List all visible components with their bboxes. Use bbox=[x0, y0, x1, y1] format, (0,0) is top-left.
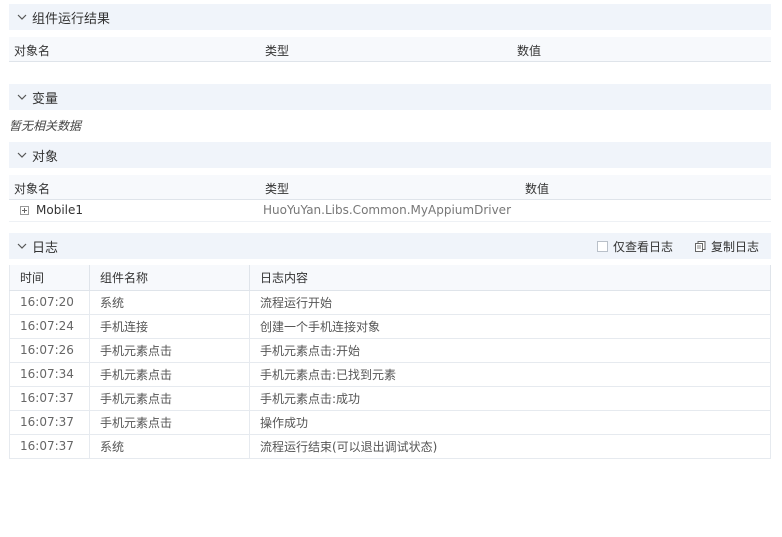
log-content: 手机元素点击:已找到元素 bbox=[249, 362, 771, 387]
log-section-header[interactable]: 日志 仅查看日志 复制日志 bbox=[9, 233, 771, 259]
section-title: 变量 bbox=[32, 91, 59, 107]
table-row[interactable]: 16:07:20 系统 流程运行开始 bbox=[9, 290, 771, 315]
column-header-component[interactable]: 组件名称 bbox=[89, 265, 250, 291]
log-component: 手机元素点击 bbox=[89, 386, 250, 411]
log-time: 16:07:24 bbox=[9, 314, 90, 339]
log-content: 操作成功 bbox=[249, 410, 771, 435]
object-name: Mobile1 bbox=[36, 203, 83, 217]
log-content: 流程运行结束(可以退出调试状态) bbox=[249, 434, 771, 459]
log-time: 16:07:34 bbox=[9, 362, 90, 387]
column-header-time[interactable]: 时间 bbox=[9, 265, 90, 291]
log-component: 手机元素点击 bbox=[89, 362, 250, 387]
empty-text: 暂无相关数据 bbox=[9, 119, 82, 133]
section-title: 对象 bbox=[32, 149, 59, 165]
copy-log-label: 复制日志 bbox=[710, 239, 759, 254]
section-title: 日志 bbox=[32, 240, 59, 256]
only-view-log-checkbox[interactable] bbox=[596, 240, 608, 252]
chevron-down-icon bbox=[17, 14, 27, 20]
chevron-down-icon bbox=[17, 243, 27, 249]
chevron-down-icon bbox=[17, 152, 27, 158]
log-table: 时间 组件名称 日志内容 16:07:20 系统 流程运行开始 16:07:24… bbox=[9, 265, 771, 459]
log-time: 16:07:37 bbox=[9, 410, 90, 435]
copy-log-button[interactable]: 复制日志 bbox=[694, 238, 759, 255]
objects-grid-header: 对象名 类型 数值 bbox=[9, 175, 771, 200]
object-type: HuoYuYan.Libs.Common.MyAppiumDriver bbox=[263, 203, 511, 217]
table-row[interactable]: 16:07:37 手机元素点击 手机元素点击:成功 bbox=[9, 386, 771, 411]
table-row[interactable]: 16:07:24 手机连接 创建一个手机连接对象 bbox=[9, 314, 771, 339]
log-table-header: 时间 组件名称 日志内容 bbox=[9, 265, 771, 291]
log-component: 手机连接 bbox=[89, 314, 250, 339]
objects-section-header[interactable]: 对象 bbox=[9, 142, 771, 168]
column-header-object-name[interactable]: 对象名 bbox=[14, 180, 50, 197]
column-header-type[interactable]: 类型 bbox=[265, 180, 289, 197]
table-row[interactable]: 16:07:37 手机元素点击 操作成功 bbox=[9, 410, 771, 435]
log-time: 16:07:26 bbox=[9, 338, 90, 363]
section-title: 组件运行结果 bbox=[32, 11, 111, 27]
copy-icon bbox=[694, 240, 706, 252]
variables-section-header[interactable]: 变量 bbox=[9, 84, 771, 110]
log-time: 16:07:37 bbox=[9, 386, 90, 411]
result-grid-header: 对象名 类型 数值 bbox=[9, 37, 771, 62]
log-content: 手机元素点击:开始 bbox=[249, 338, 771, 363]
log-time: 16:07:20 bbox=[9, 290, 90, 315]
table-row[interactable]: 16:07:34 手机元素点击 手机元素点击:已找到元素 bbox=[9, 362, 771, 387]
column-header-type[interactable]: 类型 bbox=[265, 42, 289, 59]
log-component: 系统 bbox=[89, 290, 250, 315]
table-row[interactable]: 16:07:37 系统 流程运行结束(可以退出调试状态) bbox=[9, 434, 771, 459]
result-section-header[interactable]: 组件运行结果 bbox=[9, 4, 771, 30]
plus-box-icon[interactable] bbox=[20, 206, 29, 215]
log-component: 手机元素点击 bbox=[89, 410, 250, 435]
column-header-content[interactable]: 日志内容 bbox=[249, 265, 771, 291]
column-header-value[interactable]: 数值 bbox=[525, 180, 549, 197]
column-header-value[interactable]: 数值 bbox=[517, 42, 541, 59]
only-view-log-label: 仅查看日志 bbox=[612, 239, 673, 254]
log-content: 手机元素点击:成功 bbox=[249, 386, 771, 411]
log-content: 流程运行开始 bbox=[249, 290, 771, 315]
table-row[interactable]: 16:07:26 手机元素点击 手机元素点击:开始 bbox=[9, 338, 771, 363]
chevron-down-icon bbox=[17, 94, 27, 100]
only-view-log-toggle[interactable]: 仅查看日志 bbox=[596, 238, 673, 255]
log-component: 系统 bbox=[89, 434, 250, 459]
log-time: 16:07:37 bbox=[9, 434, 90, 459]
log-content: 创建一个手机连接对象 bbox=[249, 314, 771, 339]
column-header-object-name[interactable]: 对象名 bbox=[14, 42, 50, 59]
log-toolbar: 仅查看日志 复制日志 bbox=[596, 233, 759, 259]
object-row[interactable]: Mobile1 HuoYuYan.Libs.Common.MyAppiumDri… bbox=[9, 200, 771, 222]
log-component: 手机元素点击 bbox=[89, 338, 250, 363]
